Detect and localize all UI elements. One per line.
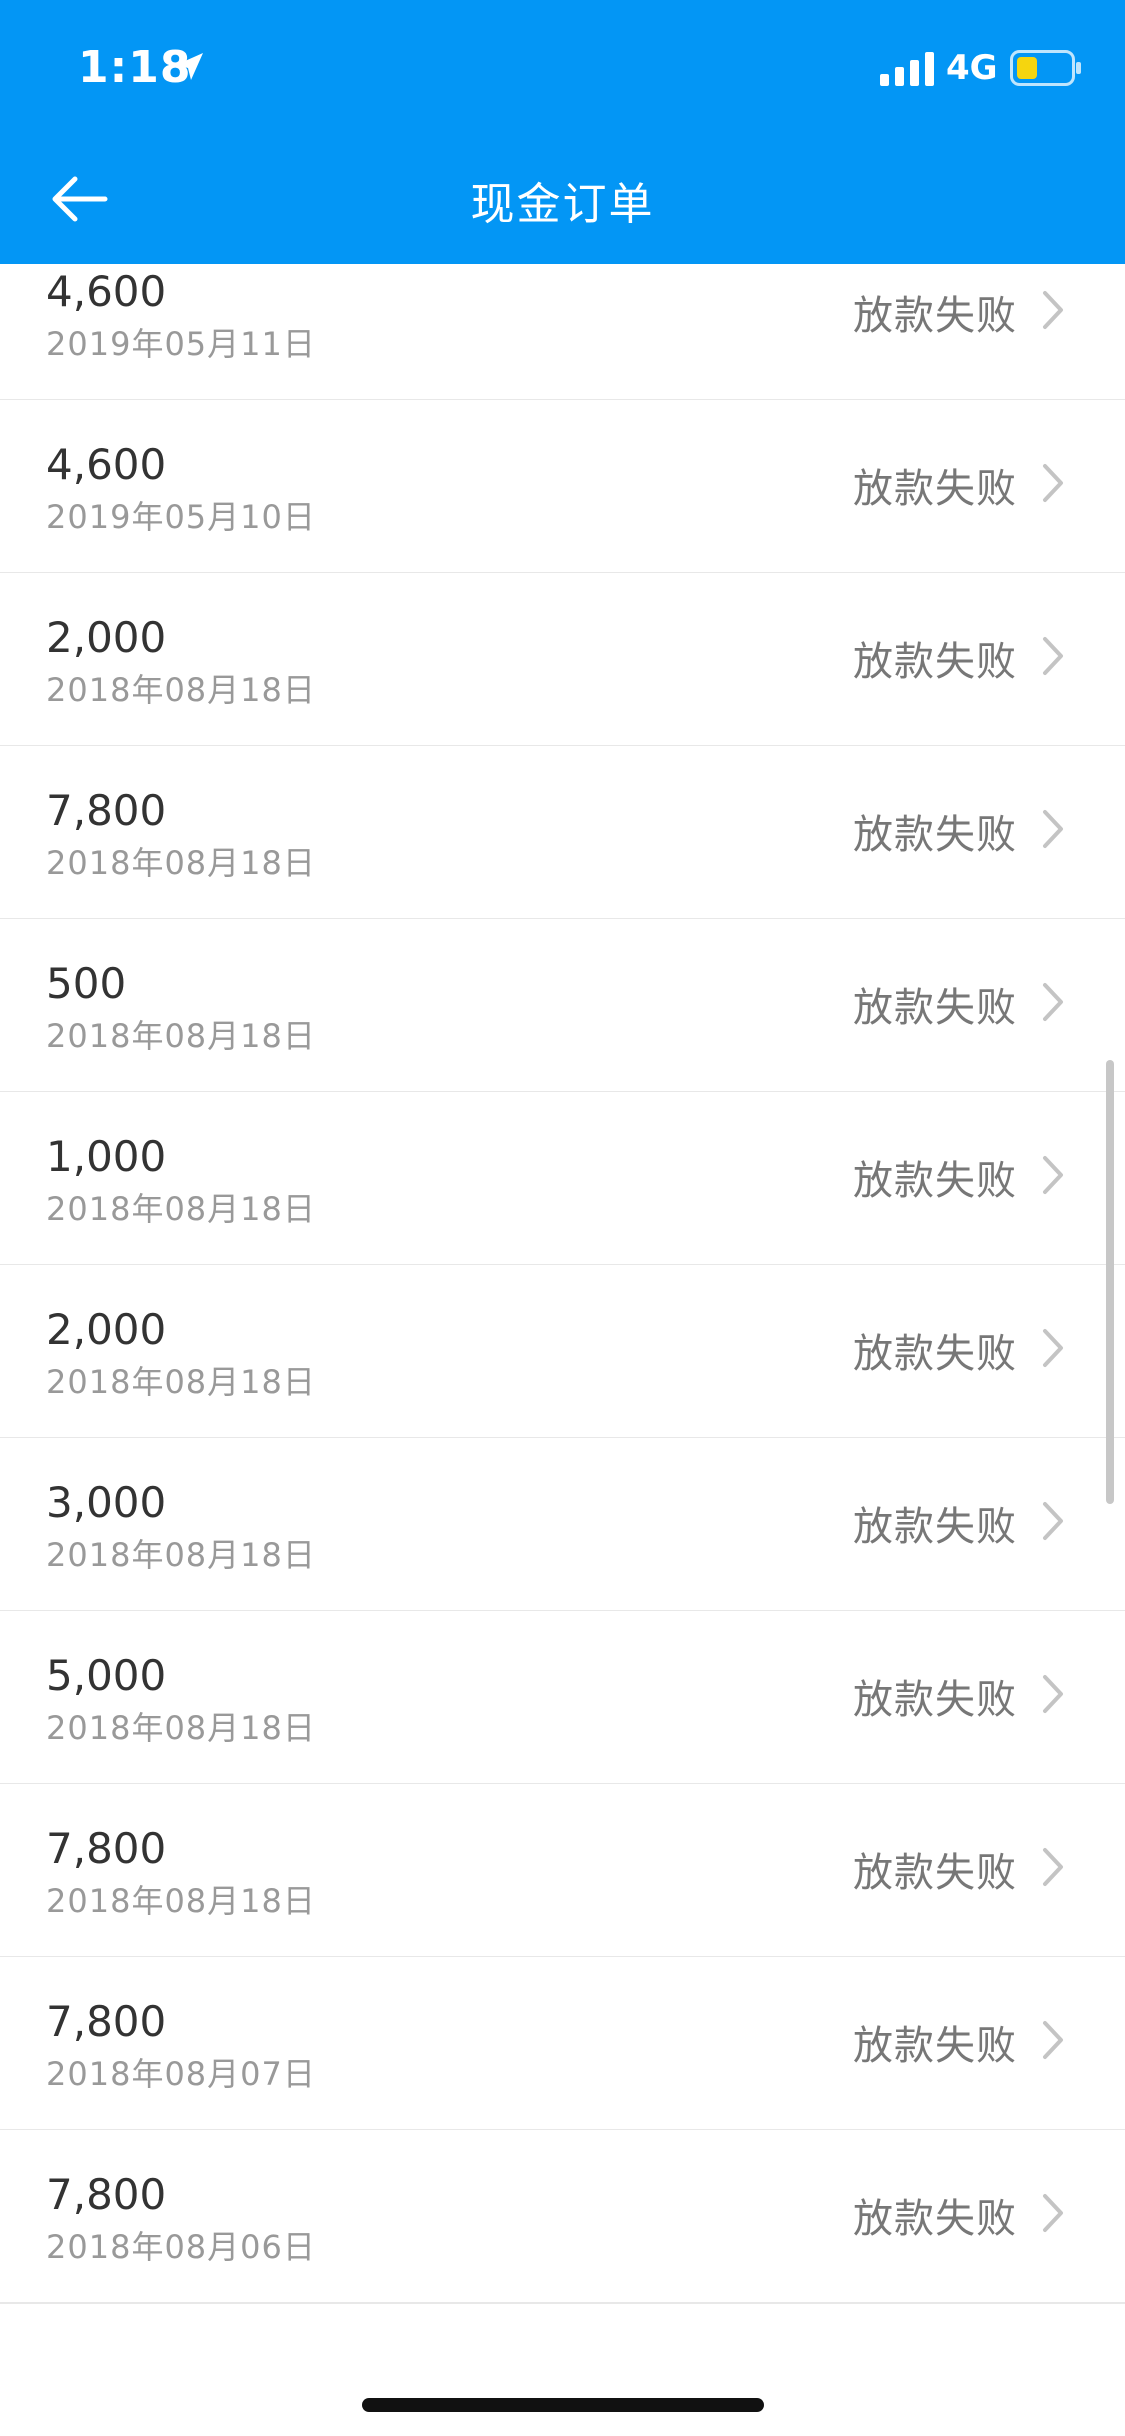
order-status: 放款失败 <box>853 2196 1017 2242</box>
chevron-right-icon <box>1043 1156 1063 1194</box>
order-amount: 4,600 <box>46 440 167 489</box>
order-row[interactable]: 1,000 2018年08月18日 放款失败 <box>0 1092 1125 1266</box>
order-date: 2018年08月18日 <box>46 1017 316 1055</box>
battery-icon <box>1010 50 1081 86</box>
order-date: 2018年08月18日 <box>46 1709 316 1747</box>
chevron-right-icon <box>1043 810 1063 848</box>
order-date: 2018年08月18日 <box>46 1882 316 1920</box>
order-amount: 2,000 <box>46 613 167 662</box>
signal-icon <box>880 52 934 86</box>
order-amount: 500 <box>46 959 127 1008</box>
order-row[interactable]: 7,800 2018年08月06日 放款失败 <box>0 2130 1125 2304</box>
order-row[interactable]: 7,800 2018年08月18日 放款失败 <box>0 746 1125 920</box>
order-date: 2018年08月07日 <box>46 2055 316 2093</box>
scrollbar[interactable] <box>1106 1060 1114 1504</box>
chevron-right-icon <box>1043 1848 1063 1886</box>
chevron-right-icon <box>1043 1329 1063 1367</box>
order-date: 2018年08月18日 <box>46 844 316 882</box>
order-date: 2019年05月11日 <box>46 325 316 363</box>
order-date: 2018年08月18日 <box>46 1363 316 1401</box>
order-status: 放款失败 <box>853 293 1017 339</box>
chevron-right-icon <box>1043 2194 1063 2232</box>
order-status: 放款失败 <box>853 1504 1017 1550</box>
chevron-right-icon <box>1043 637 1063 675</box>
network-type: 4G <box>946 48 998 88</box>
order-date: 2018年08月18日 <box>46 671 316 709</box>
order-status: 放款失败 <box>853 1158 1017 1204</box>
order-row[interactable]: 500 2018年08月18日 放款失败 <box>0 919 1125 1093</box>
order-row[interactable]: 5,000 2018年08月18日 放款失败 <box>0 1611 1125 1785</box>
order-status: 放款失败 <box>853 985 1017 1031</box>
order-date: 2019年05月10日 <box>46 498 316 536</box>
order-date: 2018年08月18日 <box>46 1536 316 1574</box>
order-status: 放款失败 <box>853 466 1017 512</box>
order-row[interactable]: 2,000 2018年08月18日 放款失败 <box>0 573 1125 747</box>
order-row[interactable]: 4,600 2019年05月10日 放款失败 <box>0 400 1125 574</box>
home-indicator[interactable] <box>362 2398 764 2412</box>
order-amount: 3,000 <box>46 1478 167 1527</box>
chevron-right-icon <box>1043 1675 1063 1713</box>
order-status: 放款失败 <box>853 2023 1017 2069</box>
header: 1:18 4G 现金订单 <box>0 0 1125 264</box>
order-status: 放款失败 <box>853 1677 1017 1723</box>
order-status: 放款失败 <box>853 812 1017 858</box>
screen: 1:18 4G 现金订单 1,5002019年07月04日放款失败4,60020… <box>0 0 1125 2436</box>
order-row[interactable]: 7,800 2018年08月07日 放款失败 <box>0 1957 1125 2131</box>
chevron-right-icon <box>1043 2021 1063 2059</box>
order-amount: 7,800 <box>46 786 167 835</box>
order-status: 放款失败 <box>853 639 1017 685</box>
order-amount: 7,800 <box>46 1824 167 1873</box>
order-amount: 7,800 <box>46 1997 167 2046</box>
order-amount: 7,800 <box>46 2170 167 2219</box>
order-amount: 4,600 <box>46 267 167 316</box>
location-arrow-icon <box>176 53 203 80</box>
order-date: 2018年08月06日 <box>46 2228 316 2266</box>
order-status: 放款失败 <box>853 1850 1017 1896</box>
order-amount: 5,000 <box>46 1651 167 1700</box>
chevron-right-icon <box>1043 1502 1063 1540</box>
chevron-right-icon <box>1043 464 1063 502</box>
order-status: 放款失败 <box>853 1331 1017 1377</box>
order-row[interactable]: 7,800 2018年08月18日 放款失败 <box>0 1784 1125 1958</box>
order-amount: 1,000 <box>46 1132 167 1181</box>
chevron-right-icon <box>1043 983 1063 1021</box>
chevron-right-icon <box>1043 291 1063 329</box>
order-row[interactable]: 3,000 2018年08月18日 放款失败 <box>0 1438 1125 1612</box>
order-row[interactable]: 2,000 2018年08月18日 放款失败 <box>0 1265 1125 1439</box>
order-date: 2018年08月18日 <box>46 1190 316 1228</box>
order-amount: 2,000 <box>46 1305 167 1354</box>
page-title: 现金订单 <box>470 179 655 230</box>
